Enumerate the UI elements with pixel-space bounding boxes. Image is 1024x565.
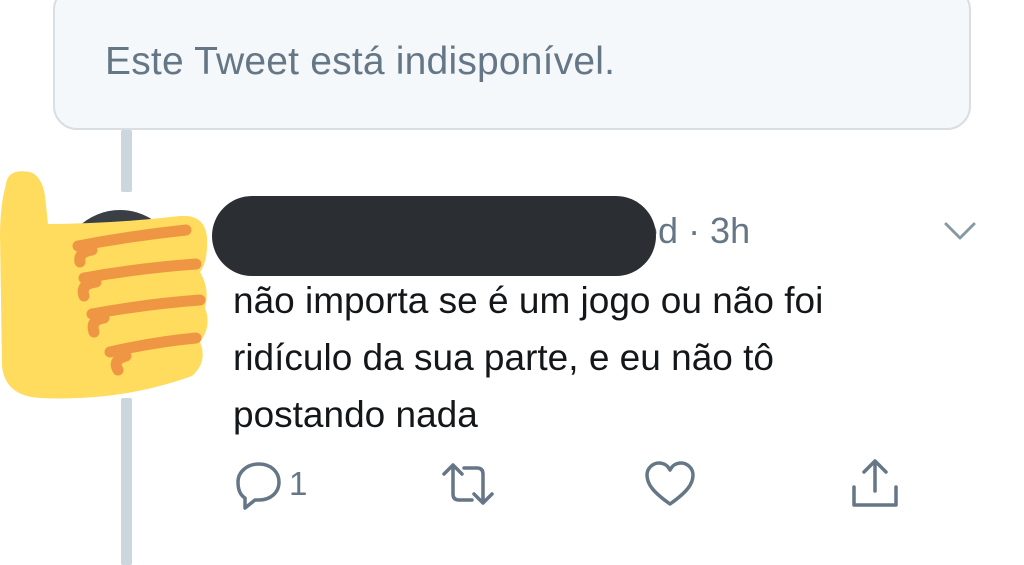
tweet-text-line: não importa se é um jogo ou não foi [233, 280, 824, 321]
thumbs-up-emoji-icon [0, 171, 208, 399]
reply-button[interactable]: 1 [233, 458, 307, 510]
tweet-text-line: ridículo da sua parte, e eu não tô [233, 337, 774, 378]
retweet-icon [442, 463, 494, 505]
thread-line-lower [121, 398, 132, 565]
tweet-text-line: postando nada [233, 394, 478, 435]
unavailable-tweet-card: Este Tweet está indisponível. [53, 0, 971, 130]
like-button[interactable] [643, 458, 697, 510]
share-button[interactable] [848, 458, 902, 510]
chevron-down-icon[interactable] [943, 220, 977, 242]
heart-icon [645, 461, 695, 506]
unavailable-message: Este Tweet está indisponível. [105, 40, 616, 83]
retweet-button[interactable] [440, 458, 496, 510]
reply-icon [236, 462, 281, 510]
reply-count: 1 [289, 465, 308, 502]
share-icon [852, 459, 898, 507]
redacted-username [212, 196, 656, 276]
tweet-text: não importa se é um jogo ou não foi ridí… [233, 272, 993, 443]
